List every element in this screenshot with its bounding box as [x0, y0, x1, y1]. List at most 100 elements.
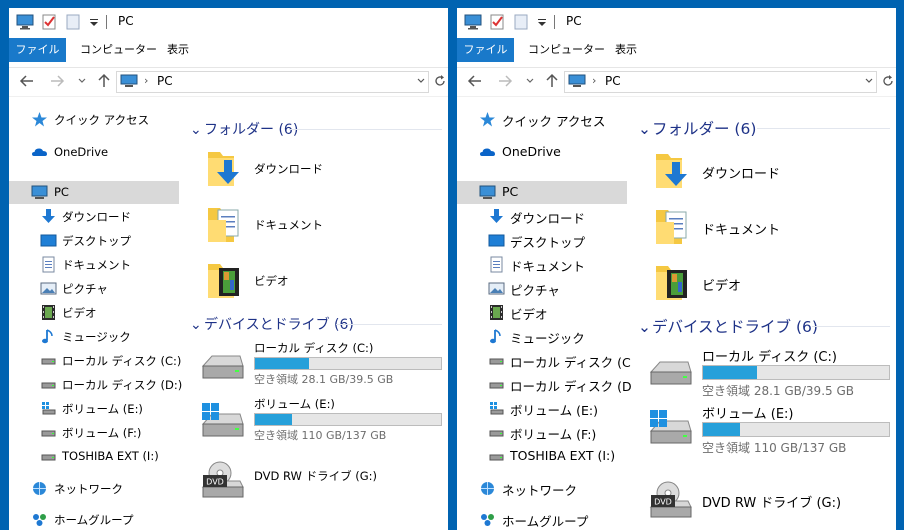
address-dropdown-icon[interactable]	[864, 76, 874, 86]
breadcrumb-chevron-icon[interactable]: ›	[592, 74, 596, 87]
video-folder-icon	[208, 264, 239, 298]
drive-dvd-g[interactable]: DVD DVD RW ドライブ (G:)	[200, 455, 448, 505]
sidebar-item-volume-f[interactable]: ボリューム (F:)	[9, 421, 179, 444]
sidebar-item-toshiba-ext[interactable]: TOSHIBA EXT (I:)	[457, 445, 627, 468]
sidebar-item-videos[interactable]: ビデオ	[9, 301, 179, 324]
devices-group-header[interactable]: ⌄デバイスとドライブ (6)	[638, 315, 818, 337]
sidebar-item-volume-f[interactable]: ボリューム (F:)	[457, 421, 627, 444]
sidebar-item-pictures[interactable]: ピクチャ	[9, 277, 179, 300]
sidebar-item-local-disk-d[interactable]: ローカル ディスク (D:)	[9, 373, 182, 396]
title-bar: PC	[457, 8, 896, 36]
breadcrumb-chevron-icon[interactable]: ›	[144, 74, 148, 87]
back-arrow-icon[interactable]	[467, 73, 483, 89]
tab-computer[interactable]: コンピューター	[528, 38, 605, 62]
tab-view[interactable]: 表示	[167, 38, 189, 62]
new-folder-icon[interactable]	[66, 14, 80, 30]
drive-usage-fill	[703, 423, 741, 436]
drive-volume-e[interactable]: ボリューム (E:) 空き領域 110 GB/137 GB	[648, 403, 896, 455]
sidebar-item-label: ローカル ディスク (C:)	[62, 354, 182, 368]
recent-locations-chevron-icon[interactable]	[525, 73, 535, 89]
drive-local-disk-c[interactable]: ローカル ディスク (C:) 空き領域 28.1 GB/39.5 GB	[200, 340, 448, 390]
sidebar-item-local-disk-c[interactable]: ローカル ディスク (C:)	[9, 349, 182, 372]
collapse-chevron-icon[interactable]: ⌄	[638, 120, 652, 138]
up-arrow-icon[interactable]	[544, 73, 560, 89]
sidebar-item-music[interactable]: ミュージック	[457, 325, 627, 348]
properties-check-icon[interactable]	[490, 14, 505, 30]
tab-view[interactable]: 表示	[615, 38, 637, 62]
devices-group-header[interactable]: ⌄デバイスとドライブ (6)	[190, 314, 354, 334]
address-dropdown-icon[interactable]	[416, 76, 426, 86]
folder-label: ダウンロード	[702, 167, 781, 182]
address-bar[interactable]: › PC	[564, 71, 877, 93]
refresh-icon[interactable]	[433, 74, 447, 88]
folder-documents[interactable]: ドキュメント	[654, 204, 894, 250]
sidebar-item-local-disk-d[interactable]: ローカル ディスク (D	[457, 373, 632, 396]
sidebar-item-quick-access[interactable]: クイック アクセス	[457, 108, 627, 131]
tab-file[interactable]: ファイル	[9, 38, 66, 62]
windows-drive-icon	[490, 402, 504, 415]
folder-videos[interactable]: ビデオ	[206, 258, 446, 304]
onedrive-cloud-icon	[32, 148, 47, 156]
folder-downloads[interactable]: ダウンロード	[654, 148, 894, 194]
collapse-chevron-icon[interactable]: ⌄	[638, 318, 652, 336]
sidebar-item-local-disk-c[interactable]: ローカル ディスク (C	[457, 349, 631, 372]
folder-downloads[interactable]: ダウンロード	[206, 146, 446, 192]
sidebar-item-label: ボリューム (E:)	[510, 403, 598, 418]
drive-icon	[489, 454, 504, 461]
sidebar-item-quick-access[interactable]: クイック アクセス	[9, 108, 179, 131]
sidebar-item-onedrive[interactable]: OneDrive	[9, 141, 179, 164]
drive-dvd-g[interactable]: DVD DVD RW ドライブ (G:)	[648, 475, 896, 525]
sidebar-item-music[interactable]: ミュージック	[9, 325, 179, 348]
quick-access-dropdown-icon[interactable]	[89, 14, 99, 30]
sidebar-item-pictures[interactable]: ピクチャ	[457, 277, 627, 300]
sidebar-item-toshiba-ext[interactable]: TOSHIBA EXT (I:)	[9, 445, 179, 468]
sidebar-item-downloads[interactable]: ダウンロード	[9, 205, 179, 228]
drive-usage-fill	[703, 366, 757, 379]
breadcrumb-location[interactable]: PC	[157, 74, 173, 88]
address-bar[interactable]: › PC	[116, 71, 429, 93]
sidebar-item-desktop[interactable]: デスクトップ	[457, 229, 627, 252]
sidebar-item-downloads[interactable]: ダウンロード	[457, 205, 627, 228]
windows-drive-icon	[42, 402, 56, 415]
sidebar-item-desktop[interactable]: デスクトップ	[9, 229, 179, 252]
picture-icon	[488, 282, 505, 295]
homegroup-icon	[33, 514, 46, 526]
folders-group-header[interactable]: ⌄フォルダー (6)	[190, 119, 298, 139]
sidebar-item-label: ピクチャ	[510, 283, 560, 298]
collapse-chevron-icon[interactable]: ⌄	[190, 122, 204, 138]
tab-computer[interactable]: コンピューター	[80, 38, 157, 62]
refresh-icon[interactable]	[881, 74, 895, 88]
drive-local-disk-c[interactable]: ローカル ディスク (C:) 空き領域 28.1 GB/39.5 GB	[648, 346, 896, 398]
sidebar-item-pc[interactable]: PC	[9, 181, 179, 204]
sidebar-item-volume-e[interactable]: ボリューム (E:)	[9, 397, 179, 420]
sidebar-item-label: PC	[502, 184, 519, 199]
sidebar-item-homegroup[interactable]: ホームグループ	[457, 508, 627, 530]
up-arrow-icon[interactable]	[96, 73, 112, 89]
back-arrow-icon[interactable]	[19, 73, 35, 89]
new-folder-icon[interactable]	[514, 14, 528, 30]
quick-access-dropdown-icon[interactable]	[537, 14, 547, 30]
forward-arrow-icon[interactable]	[49, 73, 65, 89]
folder-documents[interactable]: ドキュメント	[206, 202, 446, 248]
collapse-chevron-icon[interactable]: ⌄	[190, 317, 204, 333]
drive-volume-e[interactable]: ボリューム (E:) 空き領域 110 GB/137 GB	[200, 396, 448, 446]
forward-arrow-icon[interactable]	[497, 73, 513, 89]
onedrive-cloud-icon	[480, 148, 495, 156]
hard-drive-icon	[201, 355, 244, 379]
desktop-icon	[488, 234, 505, 247]
sidebar-item-homegroup[interactable]: ホームグループ	[9, 508, 179, 530]
sidebar-item-videos[interactable]: ビデオ	[457, 301, 627, 324]
sidebar-item-documents[interactable]: ドキュメント	[457, 253, 627, 276]
sidebar-item-pc[interactable]: PC	[457, 181, 627, 204]
folder-videos[interactable]: ビデオ	[654, 260, 894, 306]
sidebar-item-onedrive[interactable]: OneDrive	[457, 141, 627, 164]
tab-file[interactable]: ファイル	[457, 38, 514, 62]
sidebar-item-network[interactable]: ネットワーク	[457, 477, 627, 500]
sidebar-item-documents[interactable]: ドキュメント	[9, 253, 179, 276]
sidebar-item-volume-e[interactable]: ボリューム (E:)	[457, 397, 627, 420]
properties-check-icon[interactable]	[42, 14, 57, 30]
recent-locations-chevron-icon[interactable]	[77, 73, 87, 89]
sidebar-item-network[interactable]: ネットワーク	[9, 477, 179, 500]
folders-group-header[interactable]: ⌄フォルダー (6)	[638, 117, 756, 139]
breadcrumb-location[interactable]: PC	[605, 74, 621, 88]
